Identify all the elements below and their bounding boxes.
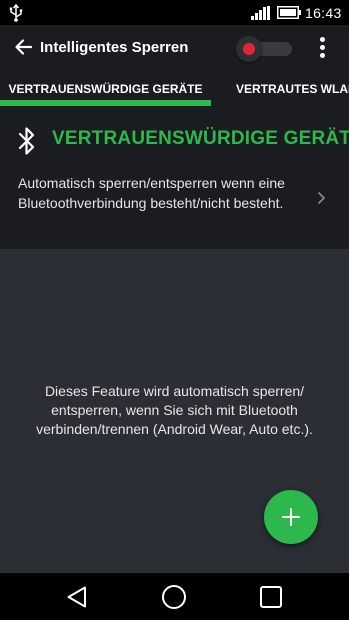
back-arrow-icon[interactable] (14, 37, 34, 57)
battery-icon (277, 6, 301, 19)
signal-icon (251, 6, 270, 20)
system-nav-bar (0, 573, 349, 620)
plus-icon (282, 508, 300, 526)
toggle-thumb (236, 36, 262, 62)
section-heading: VERTRAUENSWÜRDIGE GERÄTE (52, 128, 349, 149)
empty-state-area: Dieses Feature wird automatisch sperren/… (0, 249, 349, 573)
section-description: Automatisch sperren/entsperren wenn eine… (18, 175, 285, 211)
toggle-status-dot (243, 43, 255, 55)
bluetooth-icon (18, 127, 35, 155)
overflow-menu-icon[interactable] (315, 37, 329, 59)
status-time: 16:43 (305, 5, 342, 21)
usb-icon (9, 4, 23, 22)
add-device-button[interactable] (264, 490, 318, 544)
tab-indicator (0, 100, 211, 106)
tab-trusted-wifi[interactable]: VERTRAUTES WLAN (236, 70, 349, 108)
status-bar: 16:43 (0, 0, 349, 25)
chevron-right-icon[interactable] (316, 191, 326, 205)
home-circle-icon[interactable] (161, 584, 187, 610)
smart-lock-toggle[interactable] (236, 36, 294, 62)
back-triangle-icon[interactable] (65, 585, 89, 609)
app-bar: Intelligentes Sperren (0, 25, 349, 70)
recents-square-icon[interactable] (259, 585, 283, 609)
page-title: Intelligentes Sperren (40, 39, 189, 56)
trusted-devices-section[interactable]: VERTRAUENSWÜRDIGE GERÄTE Automatisch spe… (0, 108, 349, 249)
empty-state-message: Dieses Feature wird automatisch sperren/… (36, 383, 313, 437)
